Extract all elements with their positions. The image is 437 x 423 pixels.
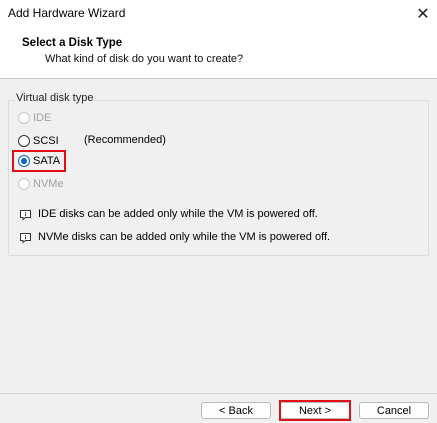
next-highlight-box [279,400,351,421]
radio-button-ide [18,112,30,124]
groupbox-legend: Virtual disk type [15,92,95,104]
radio-ide: IDE [18,110,51,126]
radio-label-ide: IDE [33,112,52,124]
radio-label-scsi[interactable]: SCSI [33,135,59,147]
info-bubble-icon [19,209,32,221]
sata-highlight-box [12,150,66,172]
radio-button-nvme [18,178,30,190]
window-title: Add Hardware Wizard [8,6,126,20]
page-subtitle: What kind of disk do you want to create? [45,53,244,65]
page-title: Select a Disk Type [22,37,123,49]
close-button[interactable]: ✕ [409,0,437,28]
wizard-header: Select a Disk Type What kind of disk do … [0,28,437,79]
recommended-label: (Recommended) [84,134,166,146]
note-ide: IDE disks can be added only while the VM… [19,206,318,222]
radio-button-scsi[interactable] [18,135,30,147]
radio-label-nvme: NVMe [33,178,64,190]
note-text: IDE disks can be added only while the VM… [38,208,318,220]
radio-scsi[interactable]: SCSI [18,133,59,149]
cancel-button[interactable]: Cancel [359,402,429,419]
footer-divider [0,393,437,394]
info-bubble-icon [19,232,32,244]
radio-nvme: NVMe [18,176,64,192]
note-nvme: NVMe disks can be added only while the V… [19,229,330,245]
note-text: NVMe disks can be added only while the V… [38,231,331,243]
back-button[interactable]: < Back [201,402,271,419]
title-bar: Add Hardware Wizard ✕ [0,0,437,28]
